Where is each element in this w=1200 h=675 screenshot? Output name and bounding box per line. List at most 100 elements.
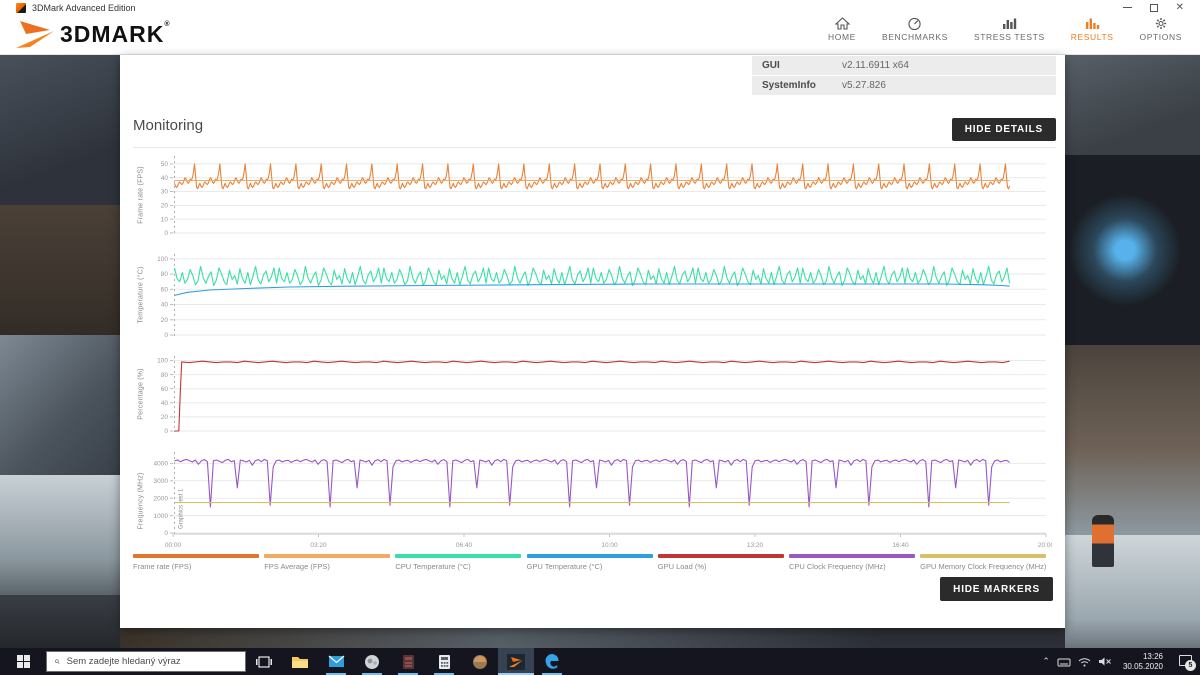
maximize-button[interactable] [1150, 4, 1158, 12]
nav-home[interactable]: HOME [828, 17, 856, 42]
bars-icon [1002, 17, 1017, 30]
task-view-icon[interactable] [246, 648, 282, 675]
search-icon: ⌕ [54, 656, 60, 667]
file-explorer-icon[interactable] [282, 648, 318, 675]
nav-label: RESULTS [1071, 32, 1114, 42]
calculator-icon[interactable] [426, 648, 462, 675]
start-button[interactable] [0, 648, 46, 675]
legend-item[interactable]: CPU Temperature (°C) [395, 554, 526, 571]
legend-label: GPU Load (%) [658, 562, 789, 571]
legend-color-bar [133, 554, 259, 558]
minimize-button[interactable] [1123, 7, 1132, 8]
legend-color-bar [395, 554, 521, 558]
wifi-icon[interactable] [1078, 657, 1091, 667]
nav-options[interactable]: OPTIONS [1140, 17, 1182, 42]
svg-text:4000: 4000 [154, 461, 169, 468]
nav-label: STRESS TESTS [974, 32, 1045, 42]
chart-percentage-: Percentage (%)020406080100 [133, 351, 1052, 437]
app-header: 3DMARK® HOME BENCHMARKS STRESS TESTS RES… [0, 15, 1200, 55]
svg-text:60: 60 [161, 287, 169, 294]
pinned-apps [246, 648, 570, 675]
y-axis-label: Frequency (MHz) [133, 447, 149, 554]
photos-app-icon[interactable] [354, 648, 390, 675]
legend-item[interactable]: GPU Load (%) [658, 554, 789, 571]
monitoring-charts: Frame rate (FPS)01020304050Temperature (… [133, 151, 1052, 564]
legend-item[interactable]: GPU Memory Clock Frequency (MHz) [920, 554, 1051, 571]
svg-text:00:00: 00:00 [165, 542, 182, 549]
chart-frame-rate-fps-: Frame rate (FPS)01020304050 [133, 151, 1052, 239]
app-icon [16, 3, 26, 13]
mail-icon[interactable] [318, 648, 354, 675]
gauge-icon [907, 17, 922, 30]
svg-text:30: 30 [161, 189, 169, 196]
legend-item[interactable]: GPU Temperature (°C) [527, 554, 658, 571]
version-info-table: GUI v2.11.6911 x64 SystemInfo v5.27.826 [752, 55, 1056, 95]
tray-date: 30.05.2020 [1123, 662, 1163, 672]
system-tray: ⌃ 13:26 30.05.2020 5 [1042, 652, 1200, 672]
svg-text:03:20: 03:20 [310, 542, 327, 549]
svg-text:50: 50 [161, 161, 169, 168]
main-nav: HOME BENCHMARKS STRESS TESTS RESULTS OPT… [828, 17, 1182, 42]
nav-results[interactable]: RESULTS [1071, 17, 1114, 42]
svg-text:100: 100 [157, 256, 168, 263]
results-panel: GUI v2.11.6911 x64 SystemInfo v5.27.826 … [120, 55, 1065, 628]
hide-details-button[interactable]: HIDE DETAILS [952, 118, 1056, 141]
threedmark-taskbar-icon[interactable] [498, 648, 534, 675]
info-label: SystemInfo [752, 80, 842, 91]
legend-item[interactable]: FPS Average (FPS) [264, 554, 395, 571]
legend-item[interactable]: Frame rate (FPS) [133, 554, 264, 571]
svg-text:40: 40 [161, 175, 169, 182]
chart-temperature-c-: Temperature (°C)020406080100 [133, 249, 1052, 341]
chart-plot: 01000200030004000Graphics test 100:0003:… [149, 447, 1052, 554]
y-axis-label: Percentage (%) [133, 351, 149, 437]
legend-label: GPU Memory Clock Frequency (MHz) [920, 562, 1051, 571]
table-row: GUI v2.11.6911 x64 [752, 56, 1056, 75]
tray-time: 13:26 [1123, 652, 1163, 662]
paint3d-icon[interactable] [462, 648, 498, 675]
action-center-icon[interactable]: 5 [1174, 653, 1194, 671]
divider [133, 147, 1056, 148]
nav-label: BENCHMARKS [882, 32, 948, 42]
svg-text:13:20: 13:20 [747, 542, 764, 549]
legend-label: Frame rate (FPS) [133, 562, 264, 571]
svg-text:20: 20 [161, 414, 169, 421]
legend-label: GPU Temperature (°C) [527, 562, 658, 571]
svg-text:10:00: 10:00 [601, 542, 618, 549]
keyboard-icon[interactable] [1057, 657, 1071, 667]
legend-label: CPU Clock Frequency (MHz) [789, 562, 920, 571]
legend-item[interactable]: CPU Clock Frequency (MHz) [789, 554, 920, 571]
window-title: 3DMark Advanced Edition [32, 3, 1123, 13]
legend-color-bar [264, 554, 390, 558]
svg-text:40: 40 [161, 400, 169, 407]
y-axis-label: Temperature (°C) [133, 249, 149, 341]
window-titlebar: 3DMark Advanced Edition ✕ [0, 0, 1200, 15]
svg-text:60: 60 [161, 386, 169, 393]
svg-text:0: 0 [164, 530, 168, 537]
search-placeholder: Sem zadejte hledaný výraz [67, 656, 181, 667]
nav-benchmarks[interactable]: BENCHMARKS [882, 17, 948, 42]
edge-browser-icon[interactable] [534, 648, 570, 675]
svg-text:0: 0 [164, 332, 168, 339]
info-label: GUI [752, 60, 842, 71]
legend-label: FPS Average (FPS) [264, 562, 395, 571]
hide-markers-button[interactable]: HIDE MARKERS [940, 577, 1053, 601]
chart-plot: 020406080100 [149, 351, 1052, 437]
info-value: v2.11.6911 x64 [842, 60, 909, 71]
nav-stress-tests[interactable]: STRESS TESTS [974, 17, 1045, 42]
svg-text:3000: 3000 [154, 478, 169, 485]
close-button[interactable]: ✕ [1176, 4, 1184, 12]
svg-text:Graphics test 1: Graphics test 1 [179, 488, 185, 529]
pinned-app-icon[interactable] [390, 648, 426, 675]
hidden-icons-chevron[interactable]: ⌃ [1042, 656, 1050, 667]
taskbar: ⌕ Sem zadejte hledaný výraz ⌃ 13:26 30.0… [0, 648, 1200, 675]
y-axis-label: Frame rate (FPS) [133, 151, 149, 239]
legend-label: CPU Temperature (°C) [395, 562, 526, 571]
legend-color-bar [658, 554, 784, 558]
taskbar-search-input[interactable]: ⌕ Sem zadejte hledaný výraz [46, 651, 246, 672]
svg-text:20: 20 [161, 317, 169, 324]
legend-color-bar [920, 554, 1046, 558]
clock[interactable]: 13:26 30.05.2020 [1123, 652, 1163, 672]
volume-muted-icon[interactable] [1098, 656, 1112, 667]
chart-frequency-mhz-: Frequency (MHz)01000200030004000Graphics… [133, 447, 1052, 554]
svg-text:100: 100 [157, 358, 168, 365]
